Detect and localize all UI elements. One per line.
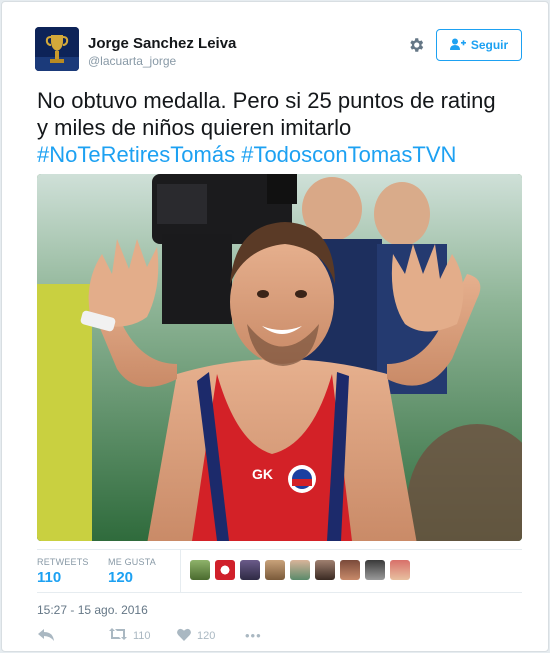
user-handle[interactable]: @lacuarta_jorge — [88, 54, 176, 68]
like-count: 120 — [197, 630, 216, 642]
hashtag-link[interactable]: #NoTeRetiresTomás — [37, 142, 235, 167]
hashtag-link[interactable]: #TodosconTomasTVN — [241, 142, 456, 167]
retweet-button[interactable]: 110 — [109, 628, 151, 643]
liker-avatar[interactable] — [290, 560, 310, 580]
retweet-icon — [109, 628, 127, 643]
likers-list — [190, 560, 410, 580]
tweet-card: Jorge Sanchez Leiva @lacuarta_jorge Segu… — [1, 1, 549, 652]
avatar[interactable] — [35, 27, 79, 71]
liker-avatar[interactable] — [215, 560, 235, 580]
divider — [37, 549, 522, 550]
more-icon: ••• — [245, 628, 262, 643]
tweet-text: No obtuvo medalla. Pero si 25 puntos de … — [37, 87, 527, 168]
retweets-count[interactable]: 110 — [37, 569, 61, 586]
add-user-icon — [449, 38, 466, 53]
tweet-photo[interactable]: GK — [37, 174, 522, 541]
liker-avatar[interactable] — [190, 560, 210, 580]
retweet-count: 110 — [133, 629, 151, 642]
liker-avatar[interactable] — [340, 560, 360, 580]
gear-icon[interactable] — [407, 36, 425, 54]
divider — [37, 592, 522, 593]
retweets-label: RETWEETS — [37, 557, 89, 567]
follow-label: Seguir — [470, 38, 509, 52]
likes-count[interactable]: 120 — [108, 569, 133, 586]
reply-button[interactable] — [38, 628, 54, 645]
liker-avatar[interactable] — [390, 560, 410, 580]
reply-icon — [38, 628, 54, 645]
liker-avatar[interactable] — [265, 560, 285, 580]
divider — [180, 550, 181, 592]
more-button[interactable]: ••• — [245, 628, 262, 643]
tweet-line-1: No obtuvo medalla. Pero si 25 puntos de … — [37, 88, 496, 113]
liker-avatar[interactable] — [365, 560, 385, 580]
like-button[interactable]: 120 — [177, 628, 215, 644]
tweet-line-2: y miles de niños quieren imitarlo — [37, 115, 352, 140]
likes-label: ME GUSTA — [108, 557, 156, 567]
svg-text:GK: GK — [252, 466, 273, 482]
user-name[interactable]: Jorge Sanchez Leiva — [88, 35, 236, 52]
heart-icon — [177, 628, 191, 644]
timestamp[interactable]: 15:27 - 15 ago. 2016 — [37, 603, 148, 617]
follow-button[interactable]: Seguir — [436, 29, 522, 61]
liker-avatar[interactable] — [240, 560, 260, 580]
liker-avatar[interactable] — [315, 560, 335, 580]
